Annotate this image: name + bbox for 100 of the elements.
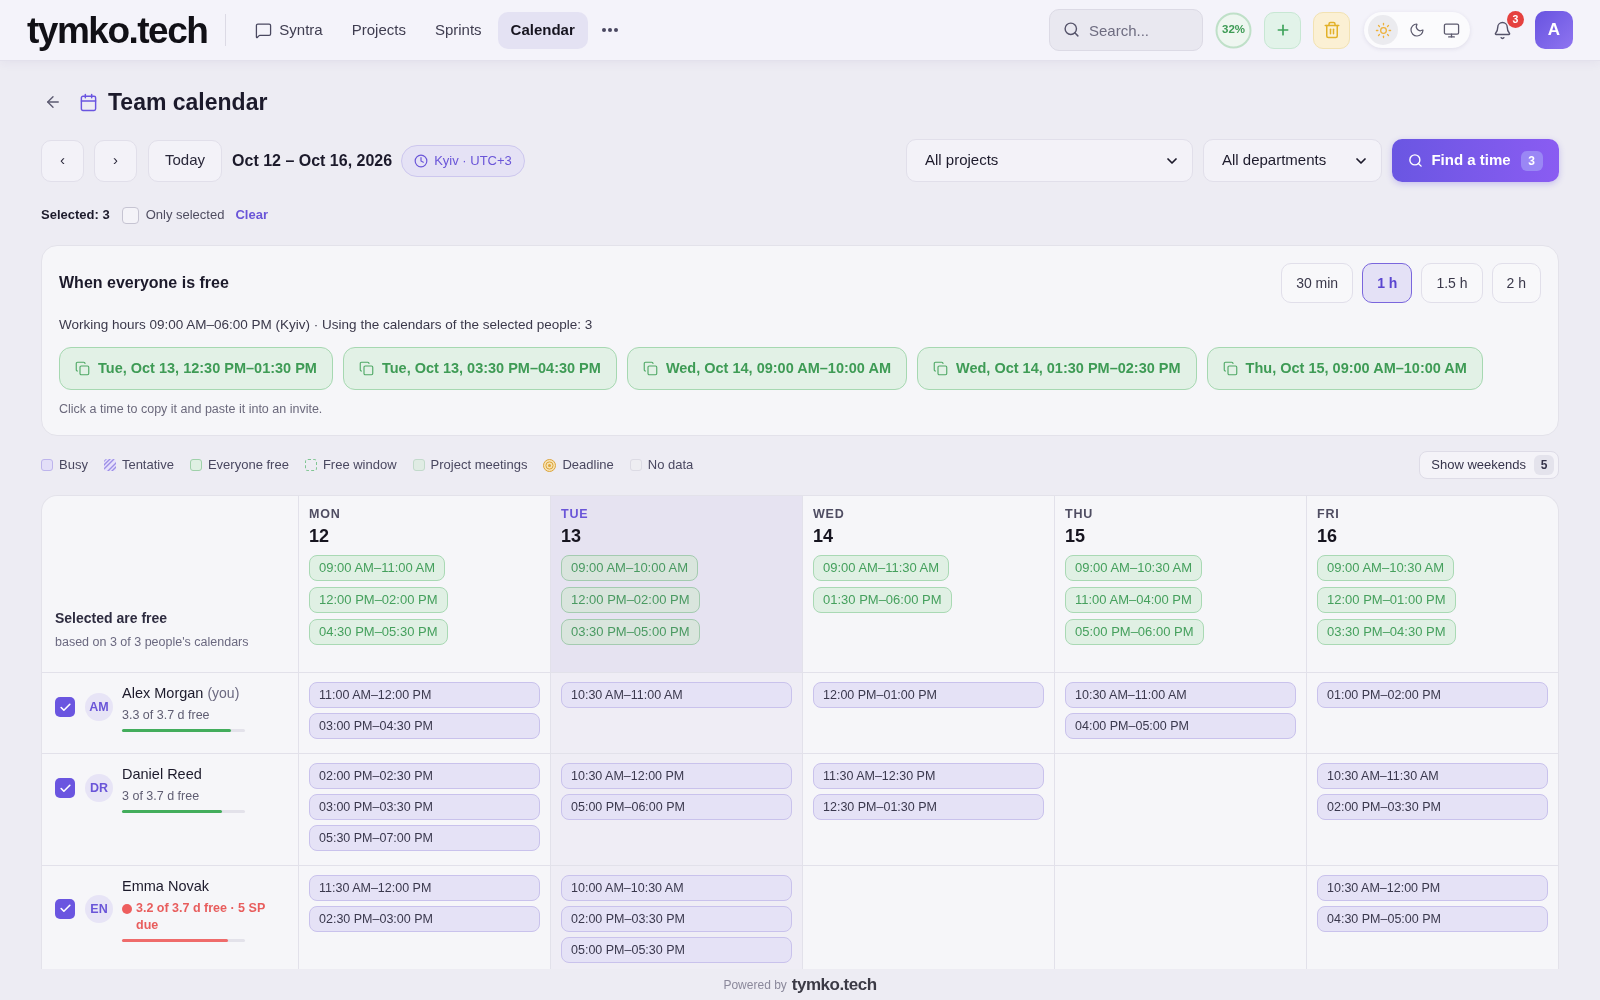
copy-hint: Click a time to copy it and paste it into an invite. [59,401,324,419]
copy-icon [358,361,374,377]
progress-label: 32% [1222,22,1245,38]
busy-block[interactable]: 11:00 AM–12:00 PM [309,682,540,708]
busy-block[interactable]: 10:00 AM–10:30 AM [561,875,792,901]
busy-block[interactable]: 02:00 PM–03:30 PM [1317,794,1548,820]
busy-block[interactable]: 03:00 PM–04:30 PM [309,713,540,739]
clock-icon [414,153,429,168]
busy-block[interactable]: 05:30 PM–07:00 PM [309,825,540,851]
legend-label: Busy [59,456,88,475]
duration-option[interactable]: 1 h [1362,263,1413,303]
busy-block[interactable]: 12:30 PM–01:30 PM [813,794,1044,820]
square-swatch-icon [412,459,425,471]
search-icon [1063,21,1080,38]
legend-label: Tentative [121,456,174,475]
legend-label: No data [647,456,694,475]
busy-block[interactable]: 10:30 AM–12:00 PM [561,763,792,789]
day-number: 13 [561,525,583,547]
avatar: AM [85,693,113,722]
day-number: 14 [813,525,835,547]
busy-block[interactable]: 10:30 AM–12:00 PM [1317,875,1548,901]
weekday-label: THU [1065,506,1095,522]
moon-icon [1409,22,1425,38]
busy-block[interactable]: 02:30 PM–03:00 PM [309,906,540,932]
copy-icon [642,361,658,377]
busy-block[interactable]: 11:30 AM–12:30 PM [813,763,1044,789]
busy-block[interactable]: 05:00 PM–05:30 PM [561,937,792,963]
working-hours-summary: Working hours 09:00 AM–06:00 PM (Kyiv) · Using the calendars of the selected people: 3 [59,316,594,334]
duration-option[interactable]: 2 h [1491,263,1541,303]
nav-link[interactable]: Calendar [497,11,588,49]
selected-count: Selected: 3 [41,206,110,225]
show-weekends-button[interactable]: Show weekends 5 [1419,451,1559,479]
user-avatar[interactable]: A [1535,11,1573,49]
monitor-icon [1442,21,1460,39]
copy-icon [933,361,948,377]
search-field[interactable]: Search... [1049,9,1203,51]
nav-link[interactable]: Sprints [421,11,495,49]
clear-link[interactable]: Clear [235,205,268,225]
legend-label: Free window [322,456,397,475]
availability-text: 3.3 of 3.7 d free [122,706,210,724]
busy-block[interactable]: 01:00 PM–02:00 PM [1317,682,1548,708]
busy-block[interactable]: 04:00 PM–05:00 PM [1065,713,1296,739]
busy-block[interactable]: 12:00 PM–01:00 PM [813,682,1044,708]
square-swatch-icon [189,459,202,471]
dashed-square-icon [304,459,317,471]
striped-swatch-icon [103,459,116,471]
section-title: When everyone is free [59,273,229,293]
busy-block[interactable]: 10:30 AM–11:00 AM [1065,682,1296,708]
weekday-label: TUE [561,506,590,522]
busy-block[interactable]: 02:00 PM–02:30 PM [309,763,540,789]
checkbox[interactable] [55,697,75,718]
chat-bubble-icon [255,21,273,39]
nav-link[interactable]: Syntra [242,11,336,49]
sun-icon [1374,21,1392,39]
day-number: 16 [1317,525,1339,547]
busy-block[interactable]: 05:00 PM–06:00 PM [561,794,792,820]
count-badge: 3 [1520,150,1543,171]
footer-logo[interactable]: tymko.tech [791,971,877,998]
project-select[interactable]: All projects [906,139,1193,182]
powered-by-label: Powered by [723,976,787,994]
person-note: (you) [207,684,240,703]
duration-option[interactable]: 1.5 h [1421,263,1483,303]
count-badge: 5 [1534,455,1554,475]
availability-text: 3 of 3.7 d free [122,787,200,805]
checkbox[interactable] [55,898,75,919]
previous-week-button[interactable]: ‹ [41,139,84,182]
busy-block[interactable]: 04:30 PM–05:00 PM [1317,906,1548,932]
page-title: Team calendar [108,87,268,117]
day-number: 12 [309,525,331,547]
date-range: Oct 12 – Oct 16, 2026 [232,150,393,171]
department-select[interactable]: All departments [1203,139,1382,182]
busy-block[interactable]: 03:00 PM–03:30 PM [309,794,540,820]
avatar: EN [85,894,113,923]
checkbox[interactable] [121,206,139,224]
person-name: Alex Morgan [122,684,204,703]
timezone-label: Kyiv · UTC+3 [434,151,512,170]
duration-option[interactable]: 30 min [1281,263,1354,303]
calendar-icon [79,92,98,112]
busy-block[interactable]: 10:30 AM–11:30 AM [1317,763,1548,789]
weekday-label: FRI [1317,506,1341,522]
today-button[interactable]: Today [148,139,223,182]
busy-block[interactable]: 02:00 PM–03:30 PM [561,906,792,932]
busy-block[interactable]: 10:30 AM–11:00 AM [561,682,792,708]
find-time-button[interactable]: Find a time 3 [1392,139,1559,182]
search-icon [1408,153,1424,168]
weekday-label: WED [813,506,846,522]
logo[interactable]: tymko.tech [27,11,208,49]
legend-label: Project meetings [430,456,528,475]
busy-block[interactable]: 11:30 AM–12:00 PM [309,875,540,901]
check-icon [58,700,72,714]
bell-icon [1492,20,1512,40]
ring-target-icon [543,458,557,472]
ring-icon [1215,11,1252,49]
next-week-button[interactable]: › [94,139,137,182]
notification-count-badge: 3 [1507,11,1524,28]
check-icon [58,781,72,795]
checkbox[interactable] [55,778,75,799]
weekday-label: MON [309,506,342,522]
nav-link[interactable]: Projects [338,11,419,49]
day-number: 15 [1065,525,1087,547]
